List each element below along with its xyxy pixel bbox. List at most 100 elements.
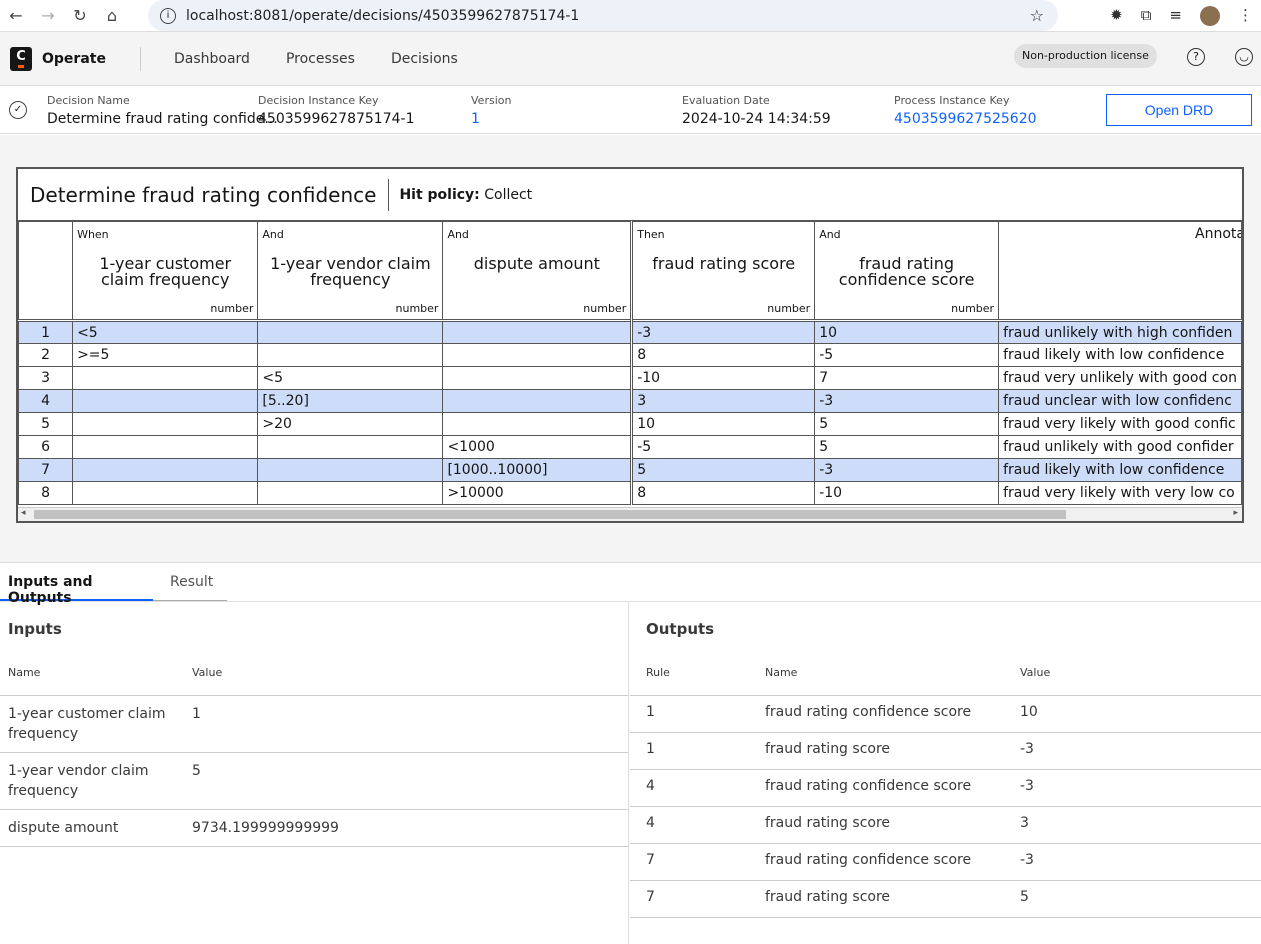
back-icon[interactable]: ← <box>0 6 32 25</box>
process-key-link[interactable]: 4503599627525620 <box>894 111 1037 127</box>
scroll-left-arrow-icon[interactable]: ◂ <box>21 508 26 518</box>
rule-row[interactable]: 2 >=5 8 -5 fraud likely with low confidence <box>18 343 1242 367</box>
rule-cell[interactable]: 3 <box>630 389 816 413</box>
rule-cell[interactable]: <1000 <box>442 435 633 459</box>
rule-row[interactable]: 4 [5..20] 3 -3 fraud unclear with low confid… <box>18 389 1242 413</box>
rule-cell[interactable] <box>442 366 633 390</box>
media-queue-icon[interactable]: ≡ <box>1169 6 1182 26</box>
rule-cell[interactable] <box>257 343 444 367</box>
rule-cell[interactable]: fraud very likely with good confic <box>998 412 1242 436</box>
rule-cell[interactable]: 7 <box>814 366 1000 390</box>
rule-row[interactable]: 6 <1000 -5 5 fraud unlikely with good confid… <box>18 435 1242 459</box>
rule-cell[interactable]: 5 <box>814 412 1000 436</box>
rule-cell[interactable]: 10 <box>630 412 816 436</box>
horizontal-scrollbar[interactable]: ◂ ▸ <box>18 507 1242 521</box>
rule-row[interactable]: 3 <5 -10 7 fraud very unlikely with good con <box>18 366 1242 390</box>
scroll-right-arrow-icon[interactable]: ▸ <box>1233 508 1238 518</box>
extension-sun-icon[interactable]: ✹ <box>1110 6 1123 26</box>
profile-avatar[interactable] <box>1200 6 1220 26</box>
rule-row[interactable]: 5 >20 10 5 fraud very likely with good confi… <box>18 412 1242 436</box>
rule-cell[interactable] <box>257 435 444 459</box>
rule-cell[interactable]: 5 <box>630 458 816 482</box>
rule-cell[interactable]: <5 <box>257 366 444 390</box>
rule-cell[interactable]: fraud unclear with low confidenc <box>998 389 1242 413</box>
output-name: fraud rating confidence score <box>765 778 972 794</box>
rule-cell[interactable]: -10 <box>814 481 1000 505</box>
rule-cell[interactable]: -3 <box>814 389 1000 413</box>
rule-cell[interactable] <box>442 389 633 413</box>
site-info-icon[interactable]: i <box>160 7 176 24</box>
user-icon[interactable]: ◡ <box>1235 48 1253 66</box>
tab-inputs-outputs[interactable]: Inputs and Outputs <box>0 563 153 606</box>
rule-cell[interactable]: >20 <box>257 412 444 436</box>
instance-key: 4503599627875174-1 <box>258 111 415 127</box>
extensions-puzzle-icon[interactable]: ⧉ <box>1141 6 1152 26</box>
column-keyword: When <box>77 228 109 241</box>
output-rule: 7 <box>646 889 655 905</box>
menu-kebab-icon[interactable]: ⋮ <box>1238 6 1253 26</box>
dmn-viewer: Determine fraud rating confidence Hit po… <box>0 135 1261 563</box>
rule-cell[interactable]: -3 <box>630 320 816 344</box>
open-drd-button[interactable]: Open DRD <box>1106 94 1252 126</box>
rule-cell[interactable]: 10 <box>814 320 1000 344</box>
rule-cell[interactable] <box>72 481 259 505</box>
input-value: 5 <box>192 763 201 779</box>
rule-cell[interactable]: >10000 <box>442 481 633 505</box>
rule-cell[interactable] <box>257 458 444 482</box>
rule-cell[interactable]: fraud unlikely with good confider <box>998 435 1242 459</box>
decision-name: Determine fraud rating confide... <box>47 111 278 127</box>
rule-cell[interactable] <box>72 412 259 436</box>
rule-row[interactable]: 8 >10000 8 -10 fraud very likely with very l… <box>18 481 1242 505</box>
rule-cell[interactable] <box>257 481 444 505</box>
column-keyword: And <box>447 228 469 241</box>
rule-cell[interactable] <box>72 389 259 413</box>
version-link[interactable]: 1 <box>471 111 511 127</box>
decision-table: Determine fraud rating confidence Hit po… <box>16 167 1244 523</box>
rule-cell[interactable]: fraud very likely with very low co <box>998 481 1242 505</box>
rule-cell[interactable] <box>442 412 633 436</box>
forward-icon[interactable]: → <box>32 6 64 25</box>
column-header: And 1-year vendor claim frequency number <box>257 221 444 321</box>
rule-cell[interactable]: fraud very unlikely with good con <box>998 366 1242 390</box>
rule-cell[interactable] <box>257 320 444 344</box>
bookmark-star-icon[interactable]: ☆ <box>1030 6 1044 25</box>
nav-dashboard[interactable]: Dashboard <box>174 51 250 67</box>
tab-result[interactable]: Result <box>153 563 227 601</box>
rule-cell[interactable]: fraud likely with low confidence <box>998 458 1242 482</box>
output-row: 7 fraud rating confidence score -3 <box>630 844 1261 881</box>
nav-processes[interactable]: Processes <box>286 51 355 67</box>
rule-cell[interactable]: >=5 <box>72 343 259 367</box>
rule-cell[interactable] <box>72 366 259 390</box>
rule-cell[interactable]: fraud unlikely with high confiden <box>998 320 1242 344</box>
rule-cell[interactable] <box>442 343 633 367</box>
rule-cell[interactable]: [5..20] <box>257 389 444 413</box>
rule-cell[interactable]: -10 <box>630 366 816 390</box>
home-icon[interactable]: ⌂ <box>96 6 128 25</box>
rule-cell[interactable]: 5 <box>814 435 1000 459</box>
license-badge: Non-production license <box>1014 44 1157 68</box>
rule-cell[interactable]: -3 <box>814 458 1000 482</box>
rule-cell[interactable]: 8 <box>630 481 816 505</box>
rule-cell[interactable] <box>72 435 259 459</box>
rule-cell[interactable]: -5 <box>814 343 1000 367</box>
scrollbar-thumb[interactable] <box>34 510 1066 519</box>
column-header: And dispute amount number <box>442 221 633 321</box>
address-bar[interactable]: i localhost:8081/operate/decisions/45035… <box>148 0 1058 31</box>
app-brand[interactable]: Operate <box>42 51 106 67</box>
rule-cell[interactable] <box>442 320 633 344</box>
column-header: Then fraud rating score number <box>630 221 816 321</box>
help-icon[interactable]: ? <box>1187 48 1205 66</box>
rule-row[interactable]: 1 <5 -3 10 fraud unlikely with high confiden <box>18 320 1242 344</box>
input-row: 1-year vendor claim frequency 5 <box>0 753 628 810</box>
rule-cell[interactable] <box>72 458 259 482</box>
rule-cell[interactable]: 8 <box>630 343 816 367</box>
rule-row[interactable]: 7 [1000..10000] 5 -3 fraud likely with low c… <box>18 458 1242 482</box>
rule-cell[interactable]: [1000..10000] <box>442 458 633 482</box>
rule-cell[interactable]: <5 <box>72 320 259 344</box>
rule-cell[interactable]: fraud likely with low confidence <box>998 343 1242 367</box>
nav-decisions[interactable]: Decisions <box>391 51 458 67</box>
reload-icon[interactable]: ↻ <box>64 6 96 25</box>
rule-cell[interactable]: -5 <box>630 435 816 459</box>
input-name: 1-year vendor claim frequency <box>8 763 149 799</box>
outputs-name-header: Name <box>765 666 798 679</box>
